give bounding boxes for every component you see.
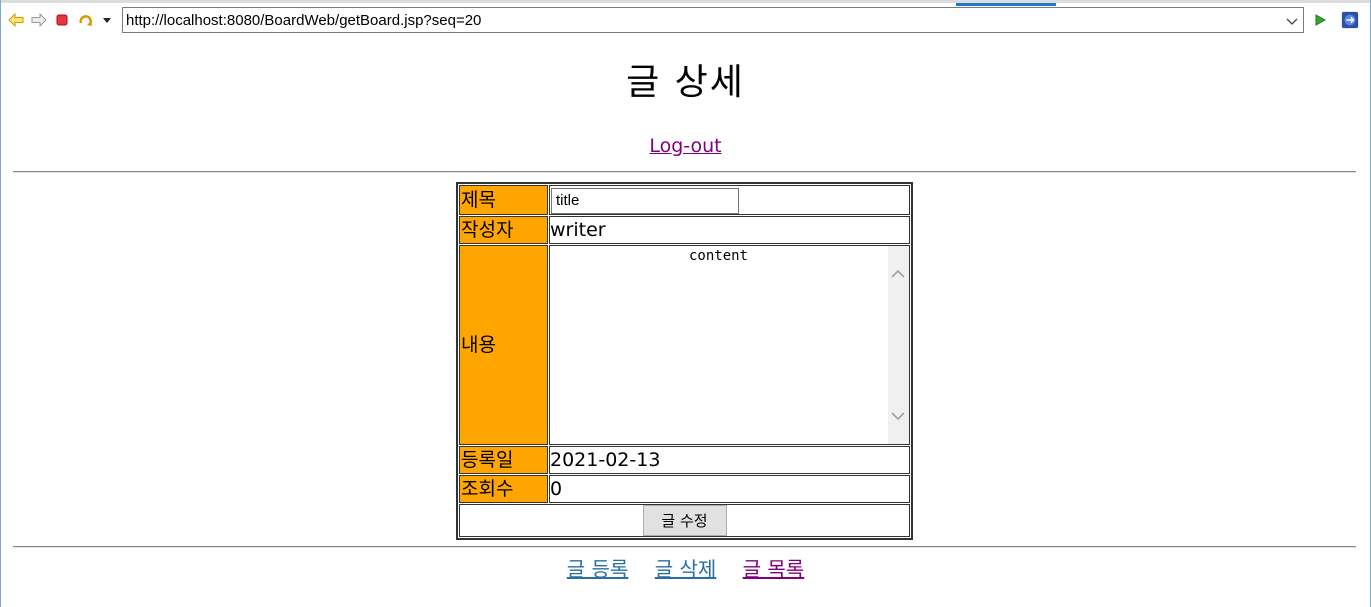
browser-toolbar (1, 0, 1370, 38)
bottom-nav: 글 등록 글 삭제 글 목록 (1, 555, 1370, 583)
content-cell: content (549, 245, 910, 445)
stop-icon[interactable] (53, 11, 71, 29)
insert-board-link[interactable]: 글 등록 (567, 557, 629, 581)
page-title: 글 상세 (626, 62, 745, 103)
delete-board-link[interactable]: 글 삭제 (655, 557, 717, 581)
logout-link[interactable]: Log-out (649, 135, 721, 157)
history-dropdown-icon[interactable] (98, 11, 116, 29)
external-browser-icon[interactable] (1341, 11, 1359, 29)
content-label: 내용 (459, 245, 548, 445)
scroll-down-icon (891, 412, 905, 421)
active-tab-indicator (956, 3, 1056, 6)
url-input[interactable] (126, 8, 1276, 32)
logout-container: Log-out (1, 133, 1370, 159)
address-bar[interactable] (122, 7, 1304, 33)
content-textarea[interactable]: content (550, 246, 909, 444)
go-icon[interactable] (1311, 11, 1329, 29)
regdate-value: 2021-02-13 (550, 449, 661, 471)
cnt-cell: 0 (549, 475, 910, 503)
writer-value: writer (550, 219, 606, 241)
board-list-link[interactable]: 글 목록 (743, 557, 805, 581)
title-label: 제목 (459, 185, 548, 215)
bottom-divider (13, 546, 1356, 548)
forward-icon[interactable] (30, 11, 48, 29)
content-scrollbar[interactable] (888, 246, 909, 444)
cnt-label: 조회수 (459, 475, 548, 503)
scroll-up-icon (891, 269, 905, 278)
cnt-value: 0 (550, 478, 563, 500)
writer-label: 작성자 (459, 216, 548, 244)
title-cell (549, 185, 910, 215)
board-detail-table: 제목 작성자 writer 내용 content 등록일 (456, 182, 913, 540)
writer-cell: writer (549, 216, 910, 244)
top-divider (13, 171, 1356, 173)
title-input[interactable] (551, 187, 739, 214)
regdate-label: 등록일 (459, 446, 548, 474)
submit-cell: 글 수정 (459, 504, 910, 537)
back-icon[interactable] (7, 11, 25, 29)
update-button[interactable]: 글 수정 (642, 505, 727, 536)
chevron-down-icon[interactable] (1285, 13, 1299, 27)
refresh-icon[interactable] (77, 11, 95, 29)
regdate-cell: 2021-02-13 (549, 446, 910, 474)
